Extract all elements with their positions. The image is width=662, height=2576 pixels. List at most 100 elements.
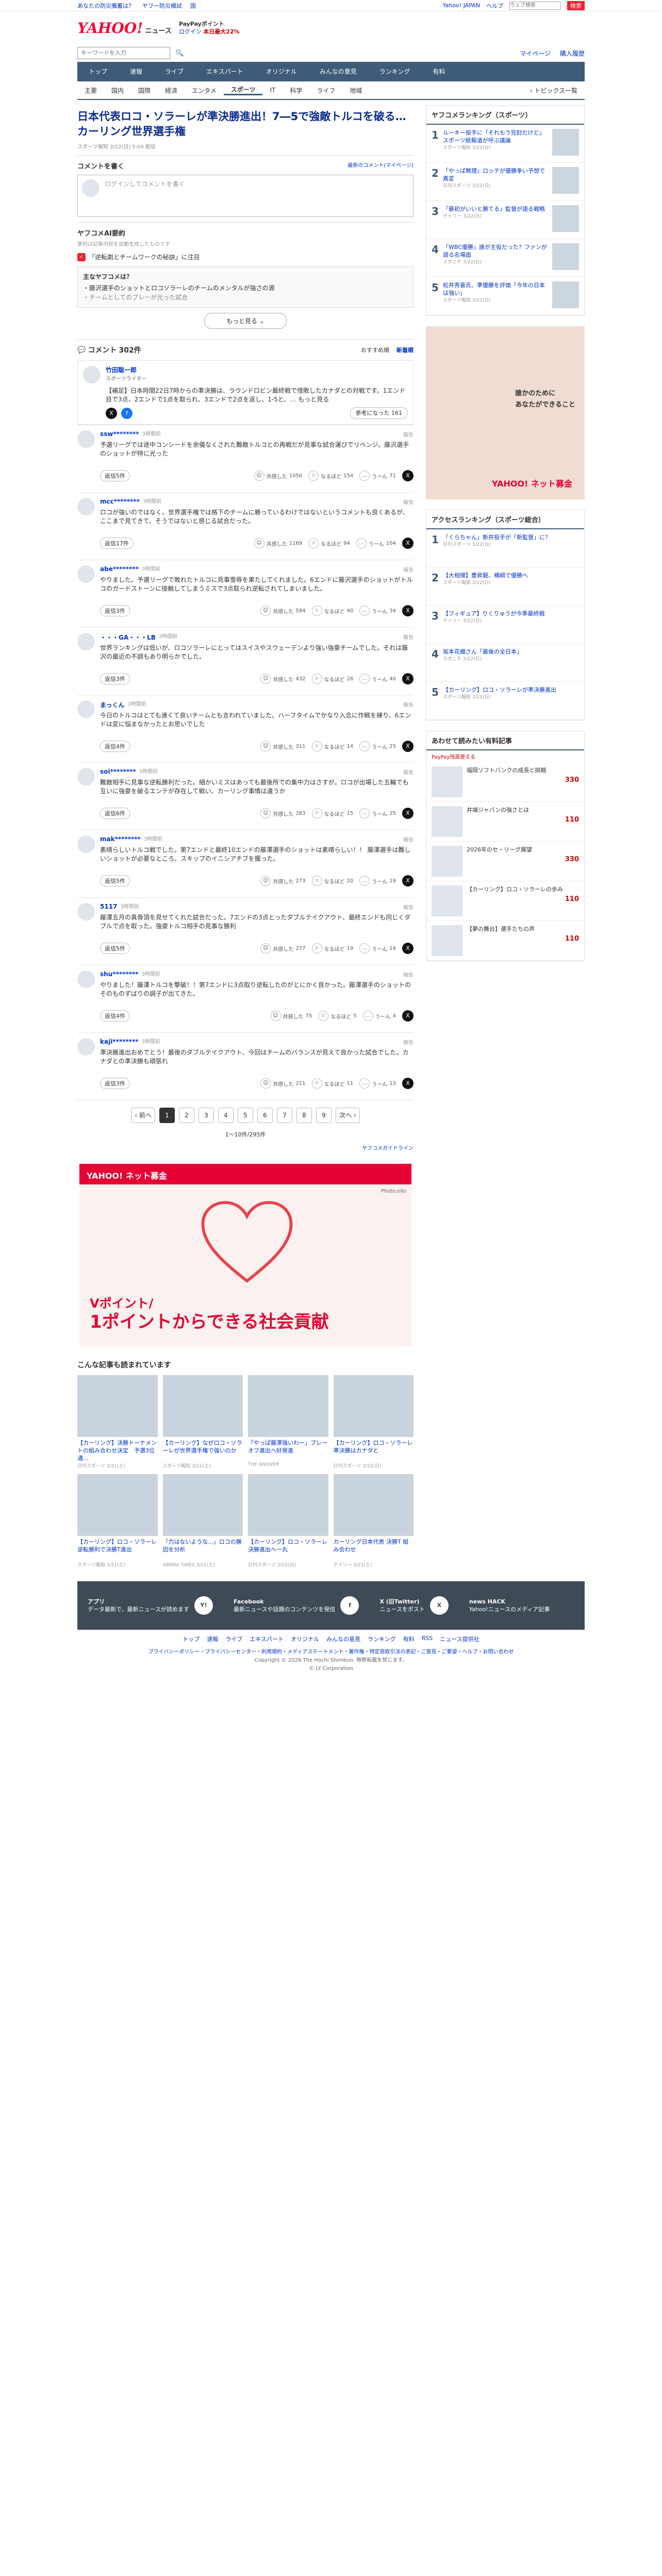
- paid-title[interactable]: 【夢の舞台】選手たちの声: [467, 925, 579, 933]
- sort-newest[interactable]: 新着順: [396, 346, 413, 354]
- reply-button[interactable]: 返信3件: [100, 605, 130, 616]
- related-card[interactable]: 【カーリング】なぜロコ・ソラーレが世界選手権で強いのか スポーツ報知 3/21(土…: [162, 1375, 243, 1469]
- reaction-button[interactable]: … うーん 13: [359, 1078, 396, 1089]
- cat-main[interactable]: 主要: [77, 86, 104, 95]
- ranking-item[interactable]: 4 「WBC優勝」誰が主役だった？ファンが語る名場面 スポニチ 3/22(日): [426, 239, 584, 277]
- pager-page[interactable]: 8: [296, 1108, 312, 1123]
- paid-title[interactable]: 井端ジャパンの強さとは: [467, 806, 579, 814]
- gnav-expert[interactable]: エキスパート: [195, 62, 255, 81]
- footer-facebook[interactable]: Facebook 最新ニュースや話題のコンテンツを発信 f: [234, 1596, 359, 1615]
- pager-page[interactable]: 4: [218, 1108, 234, 1123]
- paid-article[interactable]: 【カーリング】ロコ・ソラーレの歩み 110: [426, 881, 584, 921]
- related-card[interactable]: カーリング日本代表 決勝T 組み合わせ デイリー 3/21(土): [333, 1474, 414, 1568]
- rank-title[interactable]: 【カーリング】ロコ・ソラーレが準決勝進出: [443, 687, 556, 693]
- related-title[interactable]: カーリング日本代表 決勝T 組み合わせ: [334, 1538, 414, 1561]
- comment-author[interactable]: 5117: [100, 903, 117, 911]
- search-icon[interactable]: 🔍: [175, 49, 184, 57]
- reaction-button[interactable]: ☺ 共感した 277: [260, 943, 306, 954]
- report-link[interactable]: 報告: [403, 700, 413, 709]
- latest-comments-link[interactable]: 最新のコメント(マイページ): [347, 161, 413, 171]
- article-title[interactable]: 日本代表ロコ・ソラーレが準決勝進出！7―5で強敵トルコを破る…カーリング世界選手…: [77, 109, 413, 139]
- pager-page[interactable]: 1: [159, 1108, 175, 1123]
- related-title[interactable]: 【カーリング】なぜロコ・ソラーレが世界選手権で強いのか: [163, 1439, 243, 1462]
- reaction-button[interactable]: … うーん 71: [359, 471, 396, 481]
- pager-page[interactable]: 3: [198, 1108, 214, 1123]
- cat-economy[interactable]: 経済: [158, 86, 185, 95]
- reaction-button[interactable]: ☆ なるほど 26: [311, 674, 353, 684]
- topline-link-2[interactable]: ヤフー防災模試: [142, 2, 182, 10]
- rank-title[interactable]: 【大相撲】豊昇龍、横綱で優勝へ: [443, 572, 528, 579]
- reaction-button[interactable]: … うーん 4: [362, 1011, 396, 1021]
- pager-page[interactable]: 5: [238, 1108, 253, 1123]
- helpful-button[interactable]: 参考になった 161: [350, 407, 408, 419]
- gnav-paid[interactable]: 有料: [421, 62, 456, 81]
- x-share-icon[interactable]: X: [106, 407, 117, 419]
- reply-button[interactable]: 返信17件: [100, 538, 134, 549]
- comment-author[interactable]: mak********: [100, 835, 141, 844]
- x-share-icon[interactable]: X: [402, 1078, 413, 1089]
- related-card[interactable]: 【カーリング】ロコ・ソラーレ逆転勝利で決勝T進出 スポーツ報知 3/21(土): [77, 1474, 158, 1568]
- reaction-button[interactable]: ☺ 共感した 273: [260, 876, 306, 886]
- footer-x[interactable]: X (旧Twitter) ニュースをポスト X: [379, 1596, 449, 1615]
- related-title[interactable]: 【カーリング】ロコ・ソラーレ逆転勝利で決勝T進出: [77, 1538, 158, 1561]
- yahoo-japan-link[interactable]: Yahoo! JAPAN: [442, 2, 480, 9]
- x-share-icon[interactable]: X: [402, 741, 413, 752]
- topline-link-3[interactable]: 国: [190, 2, 196, 10]
- paid-article[interactable]: 井端ジャパンの強さとは 110: [426, 802, 584, 842]
- report-link[interactable]: 報告: [403, 633, 413, 642]
- report-link[interactable]: 報告: [403, 498, 413, 506]
- x-share-icon[interactable]: X: [402, 1010, 413, 1022]
- rank-title[interactable]: 松井秀喜氏、準優勝を評価「今年の日本は強い」: [443, 282, 545, 296]
- reply-button[interactable]: 返信6件: [100, 808, 130, 819]
- topline-link-1[interactable]: あなたの防災備蓄は？: [77, 2, 134, 10]
- donation-ad[interactable]: YAHOO! ネット募金 Photo.ello Vポイント/1ポイントからできる…: [77, 1162, 413, 1348]
- gnav-opinions[interactable]: みんなの意見: [308, 62, 368, 81]
- ranking-item[interactable]: 1 「くらちゃん」新井投手が「新監督」に？ 日刊スポーツ 3/22(日): [426, 529, 584, 567]
- reply-button[interactable]: 返信3件: [100, 673, 130, 684]
- comment-input[interactable]: ログインしてコメントを書く: [77, 175, 413, 217]
- report-link[interactable]: 報告: [403, 768, 413, 776]
- reaction-button[interactable]: ☆ なるほど 11: [311, 1078, 353, 1089]
- help-link[interactable]: ヘルプ: [486, 2, 503, 10]
- comment-author[interactable]: ・・・GA・・・LB: [100, 633, 156, 642]
- footer-link[interactable]: エキスパート: [250, 1635, 284, 1643]
- news-search-input[interactable]: [77, 47, 170, 59]
- paid-article[interactable]: 【夢の舞台】選手たちの声 110: [426, 921, 584, 961]
- reaction-button[interactable]: ☺ 共感した 594: [260, 606, 306, 616]
- footer-link[interactable]: オリジナル: [291, 1635, 319, 1643]
- x-share-icon[interactable]: X: [402, 808, 413, 819]
- comment-author[interactable]: kaji********: [100, 1038, 139, 1046]
- footer-app[interactable]: アプリ データ最新で、最新ニュースが読めます Y!: [88, 1596, 213, 1615]
- pager-page[interactable]: 7: [277, 1108, 292, 1123]
- footer-link[interactable]: 速報: [207, 1635, 218, 1643]
- reply-button[interactable]: 返信4件: [100, 1010, 130, 1022]
- reaction-button[interactable]: … うーん 25: [359, 808, 396, 818]
- yahoo-news-logo[interactable]: YAHOO! ニュース: [77, 20, 172, 37]
- reaction-button[interactable]: … うーん 40: [359, 674, 396, 684]
- pager-prev[interactable]: ‹ 前へ: [131, 1108, 155, 1123]
- reaction-button[interactable]: … うーん 14: [359, 943, 396, 954]
- rank-title[interactable]: 【フィギュア】りくりゅうが今季最終戦: [443, 610, 545, 617]
- rank-title[interactable]: 「やっぱ無理」ロッテが優勝争い予想で異変: [443, 168, 545, 182]
- cat-world[interactable]: 国際: [131, 86, 158, 95]
- reaction-button[interactable]: ☺ 共感した 432: [260, 674, 306, 684]
- header-promo[interactable]: PayPayポイント ログイン 本日最大22%: [179, 20, 240, 36]
- web-search-button[interactable]: 検索: [567, 1, 585, 10]
- ranking-item[interactable]: 5 松井秀喜氏、準優勝を評価「今年の日本は強い」 スポーツ報知 3/22(日): [426, 277, 584, 315]
- x-share-icon[interactable]: X: [402, 605, 413, 616]
- report-link[interactable]: 報告: [403, 971, 413, 979]
- gnav-breaking[interactable]: 速報: [119, 62, 154, 81]
- rank-title[interactable]: ルーキー投手に「それもう完封だけど」スポーツ紙報道が呼ぶ議論: [443, 129, 545, 144]
- comment-author[interactable]: shu********: [100, 971, 138, 979]
- x-share-icon[interactable]: X: [402, 470, 413, 481]
- footer-newshack[interactable]: news HACK Yahoo!ニュースのメディア記事: [469, 1598, 550, 1613]
- paid-title[interactable]: 福岡ソフトバンクの成長と挑戦: [467, 766, 579, 774]
- reaction-button[interactable]: ☆ なるほど 40: [311, 606, 353, 616]
- reaction-button[interactable]: ☺ 共感した 283: [260, 808, 306, 818]
- comment-author[interactable]: abe********: [100, 565, 139, 574]
- paid-article[interactable]: 2026年のセ・リーグ展望 330: [426, 842, 584, 881]
- reaction-button[interactable]: ☆ なるほど 94: [308, 538, 350, 548]
- reply-button[interactable]: 返信5件: [100, 470, 130, 481]
- related-title[interactable]: 【カーリング】ロコ・ソラーレ 決勝進出へ一丸: [248, 1538, 328, 1561]
- pager-next[interactable]: 次へ ›: [336, 1108, 360, 1123]
